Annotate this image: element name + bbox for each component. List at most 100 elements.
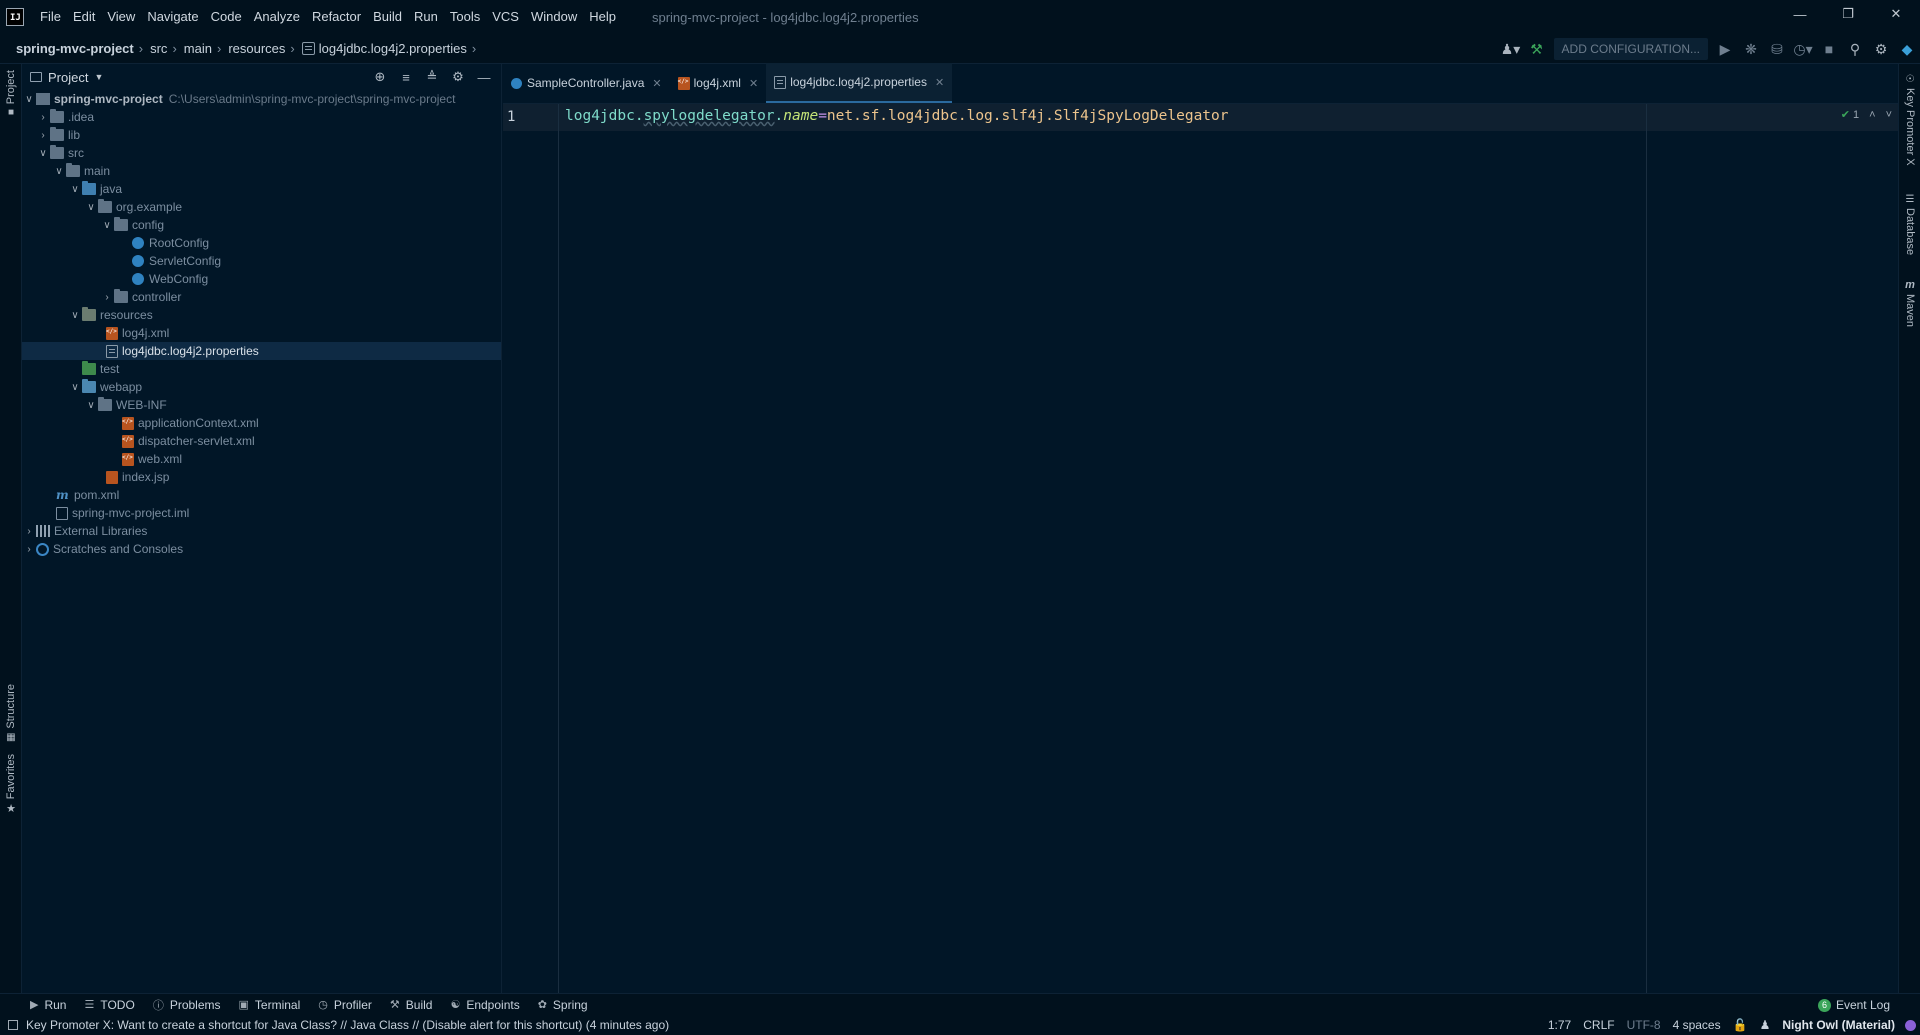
menu-window[interactable]: Window <box>525 0 583 34</box>
breadcrumb-main[interactable]: main <box>184 41 212 56</box>
chevron-down-icon[interactable]: ∨ <box>68 184 82 195</box>
chevron-right-icon[interactable]: › <box>100 292 114 303</box>
menu-analyze[interactable]: Analyze <box>248 0 306 34</box>
tree-item-servletconfig[interactable]: ServletConfig <box>22 252 501 270</box>
chevron-down-icon[interactable]: ∨ <box>52 166 66 177</box>
chevron-up-icon[interactable]: ˄ <box>1869 109 1875 121</box>
profile-icon[interactable]: ◷▾ <box>1790 36 1816 62</box>
tree-item-web-xml[interactable]: web.xml <box>22 450 501 468</box>
tree-item-resources[interactable]: ∨ resources <box>22 306 501 324</box>
tree-item-dispatcher-servlet-xml[interactable]: dispatcher-servlet.xml <box>22 432 501 450</box>
project-tool-tab[interactable]: Project ■ <box>0 70 22 118</box>
breadcrumb-src[interactable]: src <box>150 41 167 56</box>
chevron-down-icon[interactable]: ∨ <box>100 220 114 231</box>
expand-all-icon[interactable]: ≡ <box>393 64 419 90</box>
lock-icon[interactable]: 🔓 <box>1733 1018 1748 1032</box>
event-log-button[interactable]: 6 Event Log <box>1817 994 1890 1016</box>
menu-file[interactable]: File <box>34 0 67 34</box>
tree-item-main[interactable]: ∨ main <box>22 162 501 180</box>
gear-icon[interactable]: ⚙ <box>1868 36 1894 62</box>
chevron-right-icon[interactable]: › <box>36 112 50 123</box>
tree-item-scratches[interactable]: › Scratches and Consoles <box>22 540 501 558</box>
file-encoding[interactable]: UTF-8 <box>1627 1018 1661 1032</box>
tree-item-log4j-xml[interactable]: log4j.xml <box>22 324 501 342</box>
chevron-down-icon[interactable]: ▼ <box>94 72 103 82</box>
structure-tool-tab[interactable]: Structure ▦ <box>0 684 22 743</box>
chevron-right-icon[interactable]: › <box>22 526 36 537</box>
tree-item-webapp[interactable]: ∨ webapp <box>22 378 501 396</box>
chevron-down-icon[interactable]: ∨ <box>68 310 82 321</box>
menu-navigate[interactable]: Navigate <box>141 0 204 34</box>
maven-tool-tab[interactable]: m Maven <box>1899 279 1920 327</box>
problems-tool-button[interactable]: ⓘ Problems <box>153 997 221 1013</box>
chevron-down-icon[interactable]: ∨ <box>68 382 82 393</box>
terminal-tool-button[interactable]: ▣ Terminal <box>239 998 301 1012</box>
tree-item-external-libraries[interactable]: › External Libraries <box>22 522 501 540</box>
breadcrumb-resources[interactable]: resources <box>228 41 285 56</box>
chevron-down-icon[interactable]: ∨ <box>36 148 50 159</box>
tree-item-config[interactable]: ∨ config <box>22 216 501 234</box>
hide-panel-icon[interactable]: — <box>471 64 497 90</box>
debug-icon[interactable]: ❋ <box>1738 36 1764 62</box>
collapse-all-icon[interactable]: ≜ <box>419 64 445 90</box>
close-icon[interactable]: ✕ <box>749 77 758 90</box>
breadcrumb-project[interactable]: spring-mvc-project <box>16 41 134 56</box>
profiler-tool-button[interactable]: ◷ Profiler <box>318 998 372 1012</box>
tab-samplecontroller[interactable]: SampleController.java ✕ <box>503 63 670 103</box>
favorites-tool-tab[interactable]: Favorites ★ <box>0 754 22 815</box>
project-view-selector[interactable]: Project <box>48 70 88 85</box>
theme-name[interactable]: Night Owl (Material) <box>1782 1018 1895 1032</box>
tree-item-java[interactable]: ∨ java <box>22 180 501 198</box>
code-area[interactable]: 1 log4jdbc.spylogdelegator.name=net.sf.l… <box>503 104 1898 993</box>
database-tool-tab[interactable]: ☰ Database <box>1899 194 1920 255</box>
run-tool-button[interactable]: ▶ Run <box>30 998 66 1012</box>
search-icon[interactable]: ⚲ <box>1842 36 1868 62</box>
tree-item-test[interactable]: test <box>22 360 501 378</box>
tree-item-idea[interactable]: › .idea <box>22 108 501 126</box>
jetbrains-toolbox-icon[interactable]: ◆ <box>1894 36 1920 62</box>
chevron-down-icon[interactable]: ∨ <box>22 94 36 105</box>
stop-icon[interactable]: ■ <box>1816 36 1842 62</box>
menu-tools[interactable]: Tools <box>444 0 486 34</box>
chevron-down-icon[interactable]: ˅ <box>1886 109 1892 121</box>
build-hammer-icon[interactable]: ⚒ <box>1524 36 1550 62</box>
minimize-icon[interactable]: — <box>1776 0 1824 28</box>
tree-item-log4jdbc-properties[interactable]: log4jdbc.log4j2.properties <box>22 342 501 360</box>
close-icon[interactable]: ✕ <box>652 77 661 90</box>
git-user-icon[interactable]: ♟ <box>1760 1018 1771 1032</box>
key-promoter-tool-tab[interactable]: ☉ Key Promoter X <box>1899 74 1920 166</box>
restore-icon[interactable]: ❐ <box>1824 0 1872 28</box>
tree-item-org-example[interactable]: ∨ org.example <box>22 198 501 216</box>
tree-item-iml[interactable]: spring-mvc-project.iml <box>22 504 501 522</box>
status-message[interactable]: Key Promoter X: Want to create a shortcu… <box>8 1018 669 1032</box>
run-icon[interactable]: ▶ <box>1712 36 1738 62</box>
tree-item-controller[interactable]: › controller <box>22 288 501 306</box>
tool-window-toggle-icon[interactable] <box>8 1020 18 1030</box>
menu-refactor[interactable]: Refactor <box>306 0 367 34</box>
tree-item-src[interactable]: ∨ src <box>22 144 501 162</box>
menu-help[interactable]: Help <box>583 0 622 34</box>
tree-item-spring-mvc-project[interactable]: ∨ spring-mvc-project C:\Users\admin\spring… <box>22 90 501 108</box>
menu-view[interactable]: View <box>101 0 141 34</box>
line-gutter[interactable] <box>503 104 559 993</box>
coverage-icon[interactable]: ⛁ <box>1764 36 1790 62</box>
chevron-right-icon[interactable]: › <box>22 544 36 555</box>
menu-code[interactable]: Code <box>205 0 248 34</box>
tree-item-webconfig[interactable]: WebConfig <box>22 270 501 288</box>
user-account-icon[interactable]: ♟▾ <box>1498 36 1524 62</box>
caret-position[interactable]: 1:77 <box>1548 1018 1571 1032</box>
tree-item-rootconfig[interactable]: RootConfig <box>22 234 501 252</box>
tree-item-lib[interactable]: › lib <box>22 126 501 144</box>
tree-item-applicationcontext-xml[interactable]: applicationContext.xml <box>22 414 501 432</box>
menu-run[interactable]: Run <box>408 0 444 34</box>
gear-icon[interactable]: ⚙ <box>445 64 471 90</box>
build-tool-button[interactable]: ⚒ Build <box>390 998 433 1012</box>
chevron-right-icon[interactable]: › <box>36 130 50 141</box>
tree-item-pom-xml[interactable]: m pom.xml <box>22 486 501 504</box>
breadcrumb-file[interactable]: log4jdbc.log4j2.properties <box>301 41 467 56</box>
chevron-down-icon[interactable]: ∨ <box>84 202 98 213</box>
endpoints-tool-button[interactable]: ☯ Endpoints <box>450 998 519 1012</box>
indent-setting[interactable]: 4 spaces <box>1673 1018 1721 1032</box>
tree-item-web-inf[interactable]: ∨ WEB-INF <box>22 396 501 414</box>
spring-tool-button[interactable]: ✿ Spring <box>538 998 588 1012</box>
